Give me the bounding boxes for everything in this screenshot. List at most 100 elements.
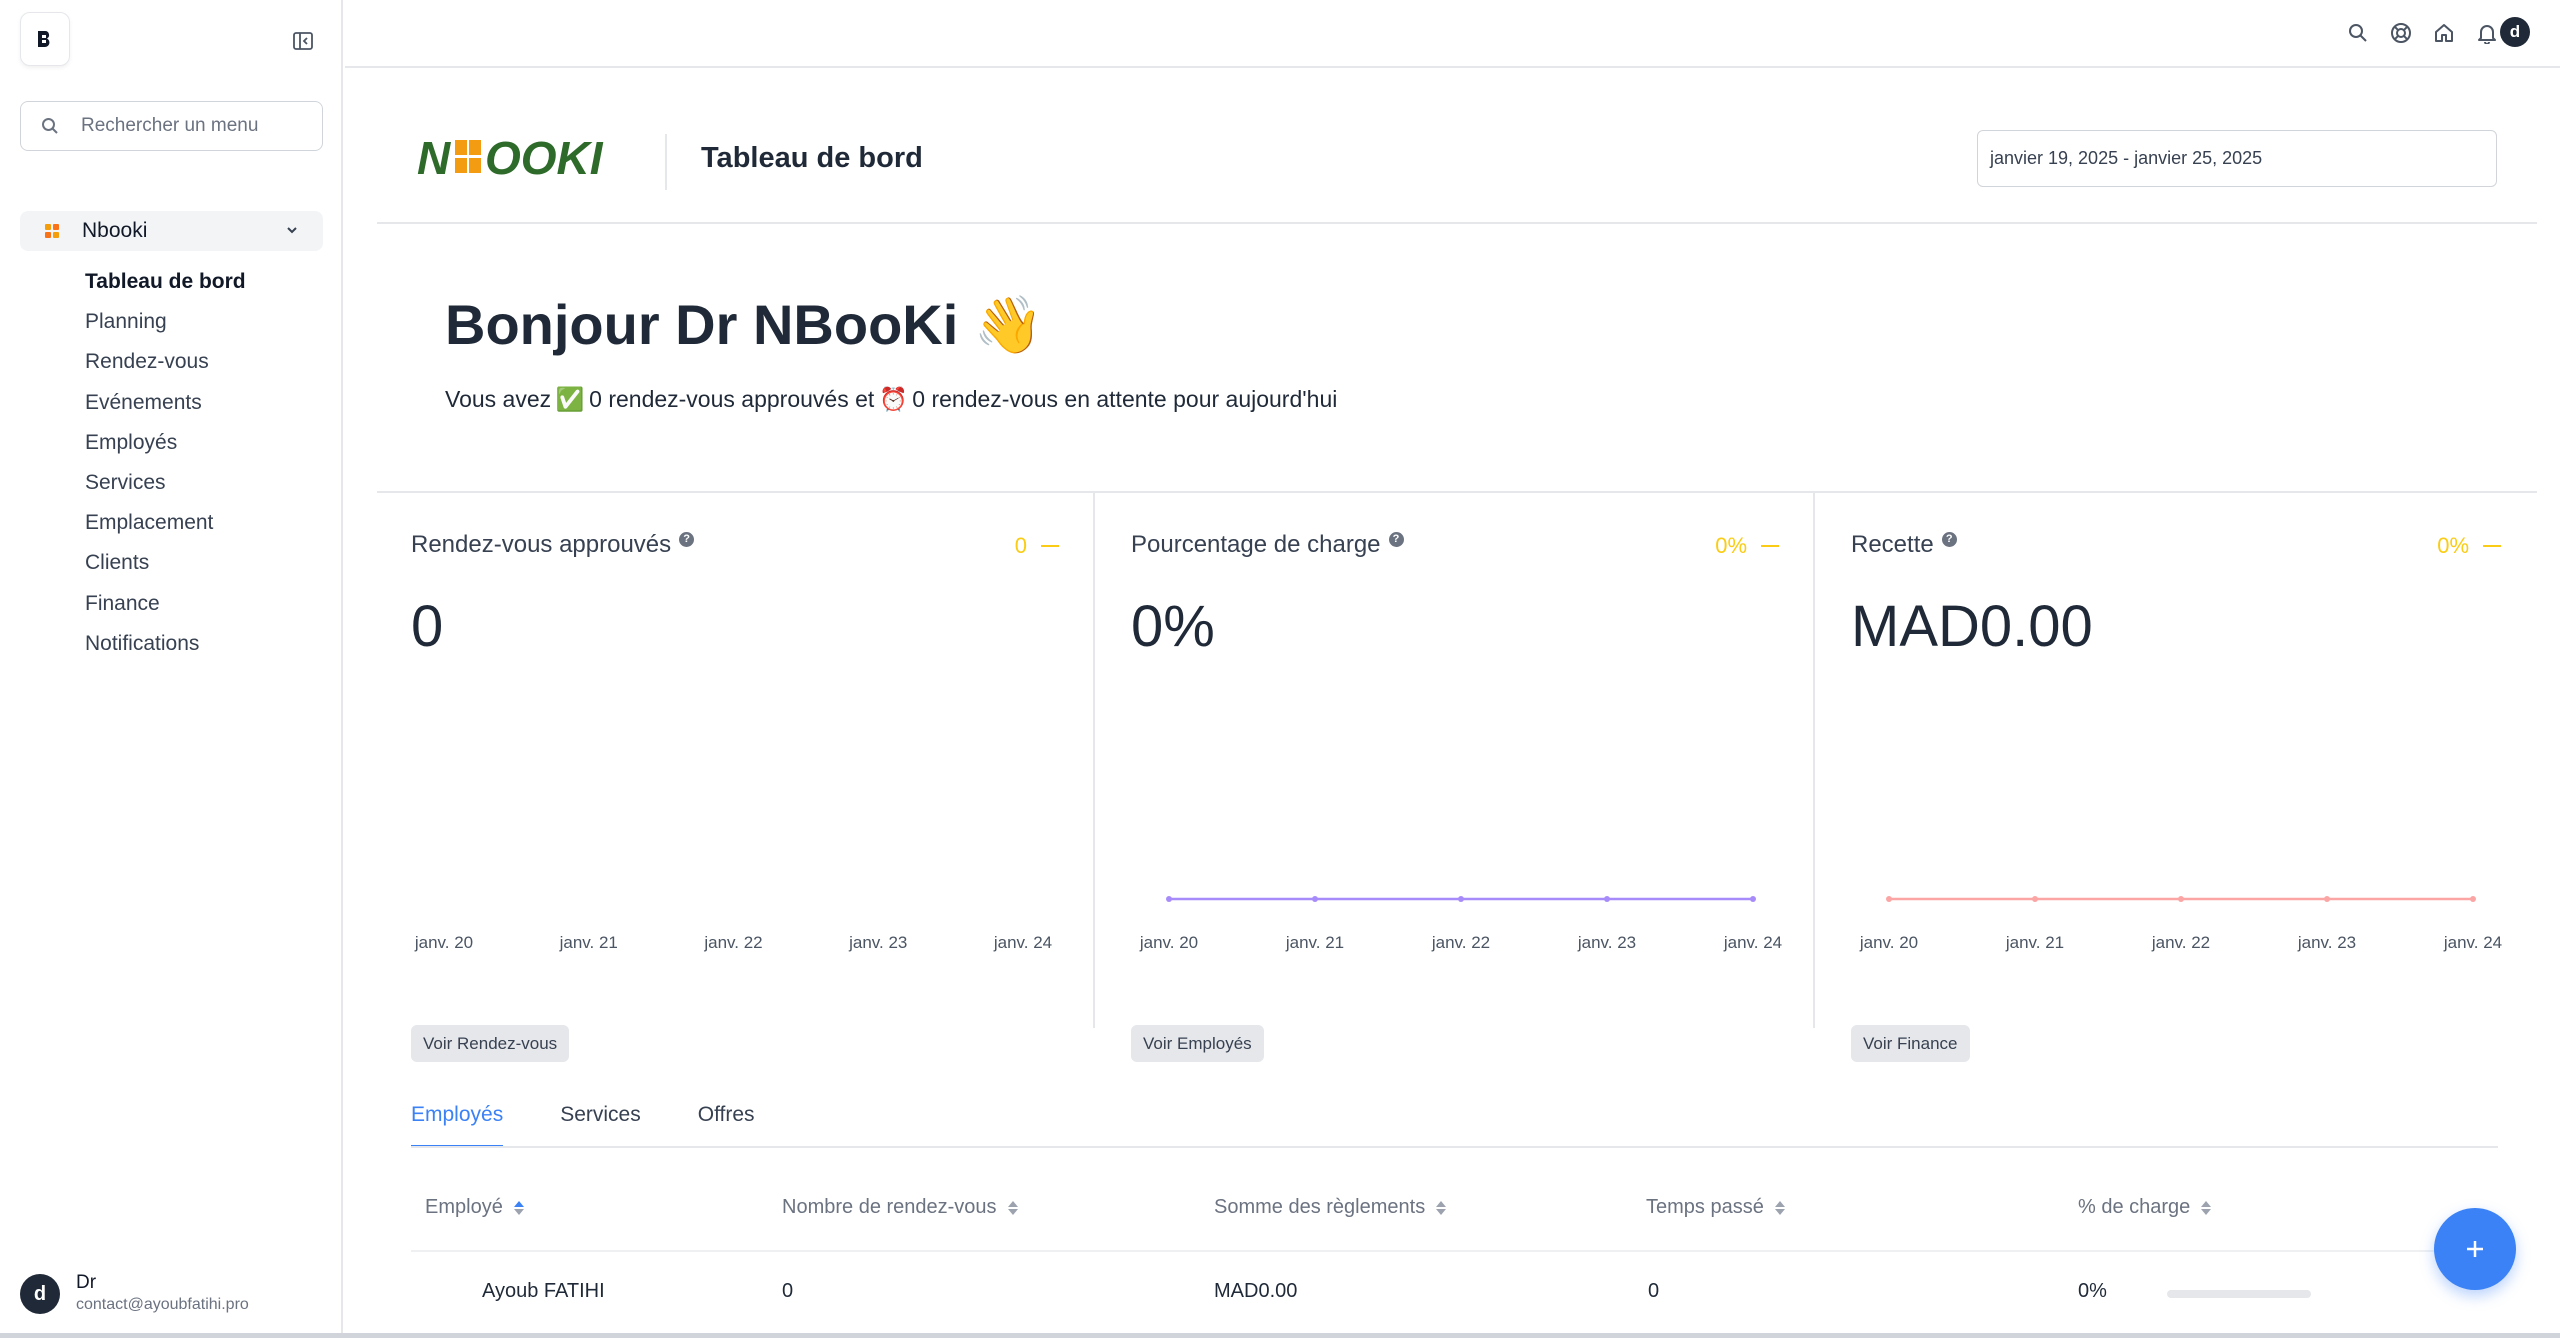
x-tick-label: janv. 20 bbox=[1139, 933, 1198, 952]
column-header-label: Employé bbox=[425, 1196, 503, 1218]
data-point bbox=[1886, 896, 1892, 902]
table-header-divider bbox=[411, 1250, 2498, 1252]
view-appointments-button[interactable]: Voir Rendez-vous bbox=[411, 1025, 570, 1062]
user-avatar: d bbox=[20, 1274, 60, 1314]
add-button[interactable] bbox=[2434, 1208, 2516, 1290]
svg-text:OOKI: OOKI bbox=[485, 132, 604, 182]
sidebar-collapse-icon[interactable] bbox=[292, 30, 314, 52]
x-tick-label: janv. 22 bbox=[2151, 933, 2210, 952]
sidebar-group-nbooki[interactable]: Nbooki bbox=[20, 211, 323, 251]
app-logo[interactable] bbox=[20, 12, 70, 66]
tabs: Employés Services Offres bbox=[411, 1103, 812, 1148]
x-tick-label: janv. 20 bbox=[414, 933, 473, 952]
search-placeholder: Rechercher un menu bbox=[81, 115, 259, 136]
sidebar-item-notifications[interactable]: Notifications bbox=[85, 624, 246, 664]
data-point bbox=[1750, 896, 1756, 902]
sidebar-item-planning[interactable]: Planning bbox=[85, 302, 246, 342]
cell-charge: 0% bbox=[2078, 1280, 2107, 1302]
view-finance-button[interactable]: Voir Finance bbox=[1851, 1025, 1970, 1062]
sidebar-user[interactable]: d Dr contact@ayoubfatihi.pro bbox=[20, 1272, 320, 1322]
sidebar-nav: Tableau de bord Planning Rendez-vous Evé… bbox=[85, 262, 246, 664]
greeting-subtitle: Vous avez ✅ 0 rendez-vous approuvés et ⏰… bbox=[445, 386, 1337, 413]
app-logo-icon bbox=[38, 30, 50, 47]
nbooki-brand-logo: N OOKI bbox=[417, 132, 617, 184]
sidebar-item-services[interactable]: Services bbox=[85, 463, 246, 503]
greeting-text: Bonjour Dr NBooKi bbox=[445, 293, 959, 356]
x-tick-label: janv. 21 bbox=[559, 933, 618, 952]
column-header-time[interactable]: Temps passé bbox=[1646, 1196, 1786, 1219]
column-header-label: Temps passé bbox=[1646, 1196, 1764, 1218]
sidebar-group-label: Nbooki bbox=[82, 219, 148, 242]
data-point bbox=[1604, 896, 1610, 902]
x-tick-label: janv. 21 bbox=[1285, 933, 1344, 952]
data-point bbox=[2178, 896, 2184, 902]
stat-chart: janv. 20 janv. 21 janv. 22 janv. 23 janv. 24 bbox=[414, 933, 1052, 952]
alarm-clock-icon: ⏰ bbox=[878, 386, 908, 412]
data-point bbox=[1166, 896, 1172, 902]
x-tick-label: janv. 22 bbox=[1431, 933, 1490, 952]
header-divider bbox=[665, 134, 667, 190]
column-header-label: Somme des règlements bbox=[1214, 1196, 1426, 1218]
stat-chart: janv. 20 janv. 21 janv. 22 janv. 23 janv. 24 bbox=[1139, 896, 1782, 952]
search-icon[interactable] bbox=[2345, 20, 2371, 46]
sidebar-item-finance[interactable]: Finance bbox=[85, 584, 246, 624]
date-range-picker[interactable]: janvier 19, 2025 - janvier 25, 2025 bbox=[1977, 130, 2497, 187]
home-icon[interactable] bbox=[2431, 20, 2457, 46]
x-tick-label: janv. 22 bbox=[703, 933, 762, 952]
data-point bbox=[1458, 896, 1464, 902]
help-icon[interactable] bbox=[2388, 20, 2414, 46]
greeting: Bonjour Dr NBooKi 👋 bbox=[445, 292, 1044, 358]
data-point bbox=[2470, 896, 2476, 902]
column-header-employee[interactable]: Employé bbox=[425, 1196, 525, 1219]
svg-text:N: N bbox=[417, 132, 451, 182]
pending-count-text: 0 rendez-vous en attente pour aujourd'hu… bbox=[912, 386, 1338, 412]
wave-emoji: 👋 bbox=[973, 293, 1044, 356]
check-icon: ✅ bbox=[555, 386, 585, 412]
charge-progress-bar bbox=[2167, 1290, 2311, 1298]
column-header-charge[interactable]: % de charge bbox=[2078, 1196, 2212, 1219]
sort-icon bbox=[513, 1200, 524, 1215]
page-title: Tableau de bord bbox=[701, 142, 923, 174]
tab-employes[interactable]: Employés bbox=[411, 1103, 504, 1148]
tab-offres[interactable]: Offres bbox=[698, 1103, 755, 1148]
sidebar-item-clients[interactable]: Clients bbox=[85, 543, 246, 583]
stat-card-approved: Rendez-vous approuvés ? 0 0 janv. 20 janv… bbox=[377, 493, 1095, 1062]
sort-icon bbox=[1774, 1200, 1785, 1215]
x-tick-label: janv. 24 bbox=[2443, 933, 2502, 952]
plus-icon bbox=[2467, 1241, 2483, 1257]
x-tick-label: janv. 23 bbox=[2297, 933, 2356, 952]
column-header-payments[interactable]: Somme des règlements bbox=[1214, 1196, 1447, 1219]
window-bottom-edge bbox=[0, 1333, 2560, 1338]
sidebar-item-rendez-vous[interactable]: Rendez-vous bbox=[85, 342, 246, 382]
x-tick-label: janv. 20 bbox=[1859, 933, 1918, 952]
cell-appointments: 0 bbox=[782, 1280, 794, 1302]
sidebar-item-evenements[interactable]: Evénements bbox=[85, 383, 246, 423]
stat-card-load: Pourcentage de charge ? 0% 0% janv. 20 ja… bbox=[1097, 493, 1815, 1062]
sort-icon bbox=[2201, 1200, 2212, 1215]
view-employees-button[interactable]: Voir Employés bbox=[1131, 1025, 1264, 1062]
cell-employee: Ayoub FATIHI bbox=[482, 1280, 605, 1302]
sidebar-item-tableau-de-bord[interactable]: Tableau de bord bbox=[85, 262, 246, 302]
chevron-down-icon bbox=[287, 227, 297, 234]
topbar-user-avatar[interactable]: d bbox=[2500, 17, 2530, 47]
column-header-appointments[interactable]: Nombre de rendez-vous bbox=[782, 1196, 1019, 1219]
x-tick-label: janv. 23 bbox=[848, 933, 907, 952]
menu-search-input[interactable]: Rechercher un menu bbox=[20, 101, 323, 151]
sidebar-item-employes[interactable]: Employés bbox=[85, 423, 246, 463]
x-tick-label: janv. 23 bbox=[1577, 933, 1636, 952]
tab-services[interactable]: Services bbox=[560, 1103, 641, 1148]
column-header-label: Nombre de rendez-vous bbox=[782, 1196, 997, 1218]
x-tick-label: janv. 24 bbox=[993, 933, 1052, 952]
approved-count-text: 0 rendez-vous approuvés et bbox=[589, 386, 875, 412]
user-email: contact@ayoubfatihi.pro bbox=[76, 1296, 249, 1313]
column-header-label: % de charge bbox=[2078, 1196, 2191, 1218]
sort-icon bbox=[1436, 1200, 1447, 1215]
sidebar-item-emplacement[interactable]: Emplacement bbox=[85, 503, 246, 543]
sidebar: Rechercher un menu Nbooki Tableau de bor… bbox=[0, 0, 343, 1333]
cell-time: 0 bbox=[1648, 1280, 1660, 1302]
stat-card-revenue: Recette ? 0% MAD0.00 janv. 20 janv. 21 jan… bbox=[1817, 493, 2535, 1062]
stat-chart: janv. 20 janv. 21 janv. 22 janv. 23 janv. 24 bbox=[1859, 896, 2502, 952]
bell-icon[interactable] bbox=[2474, 20, 2500, 46]
x-tick-label: janv. 24 bbox=[1723, 933, 1782, 952]
header-separator bbox=[377, 222, 2537, 224]
